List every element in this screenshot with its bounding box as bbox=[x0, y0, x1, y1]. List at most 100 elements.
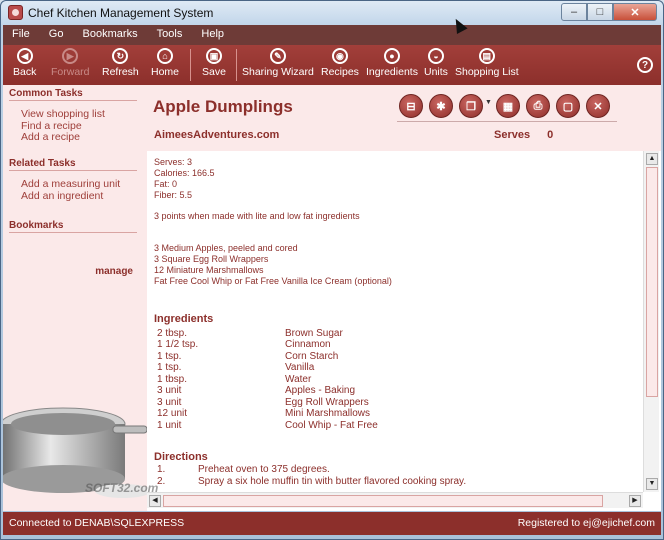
menu-bookmarks[interactable]: Bookmarks bbox=[74, 25, 145, 40]
direction-number: 2. bbox=[157, 476, 166, 487]
home-button[interactable]: ⌂ Home bbox=[151, 48, 179, 78]
direction-text: Preheat oven to 375 degrees. bbox=[198, 464, 330, 475]
ingredient-amount: 12 unit bbox=[157, 408, 188, 419]
save-icon: ▣ bbox=[205, 48, 222, 64]
close-button[interactable]: ✕ bbox=[613, 3, 657, 21]
shopping-list-label: Shopping List bbox=[455, 66, 519, 78]
menu-bar: File Go Bookmarks Tools Help bbox=[3, 25, 661, 45]
forward-button[interactable]: ▶ Forward bbox=[51, 48, 90, 78]
recipe-panel: Apple Dumplings ⊟ ✱ ❐ ▼ ▦ ⎙ ▢ ✕ AimeesAd… bbox=[147, 85, 661, 511]
scroll-left-icon[interactable]: ◀ bbox=[149, 495, 161, 507]
help-icon[interactable]: ? bbox=[637, 57, 653, 73]
status-bar: Connected to DENAB\SQLEXPRESS Registered… bbox=[3, 512, 661, 535]
window-title: Chef Kitchen Management System bbox=[28, 6, 214, 20]
nutrition-serves: Serves: 3 bbox=[154, 157, 193, 167]
print-icon[interactable]: ⎙ bbox=[526, 94, 550, 118]
back-button[interactable]: ◀ Back bbox=[13, 48, 36, 78]
save-button[interactable]: ▣ Save bbox=[202, 48, 226, 78]
refresh-button[interactable]: ↻ Refresh bbox=[102, 48, 139, 78]
ingredients-label: Ingredients bbox=[366, 66, 418, 78]
horizontal-scroll-thumb[interactable] bbox=[163, 495, 603, 507]
home-label: Home bbox=[151, 66, 180, 78]
add-ingredient-link[interactable]: Add an ingredient bbox=[21, 190, 103, 202]
toolbar-separator bbox=[190, 49, 191, 81]
ingredient-name: Water bbox=[285, 374, 312, 385]
recipes-button[interactable]: ◉ Recipes bbox=[321, 48, 359, 78]
recipe-title: Apple Dumplings bbox=[153, 97, 293, 116]
related-tasks-heading: Related Tasks bbox=[9, 158, 137, 171]
units-icon: ◒ bbox=[427, 48, 444, 64]
serves-value: 0 bbox=[547, 129, 554, 141]
toolbar: ◀ Back ▶ Forward ↻ Refresh ⌂ Home ▣ Save… bbox=[3, 45, 661, 85]
action-bar-divider bbox=[397, 121, 617, 122]
lock-icon[interactable]: ▢ bbox=[556, 94, 580, 118]
menu-help[interactable]: Help bbox=[192, 25, 231, 40]
recipe-source: AimeesAdventures.com bbox=[154, 129, 280, 141]
scroll-down-icon[interactable]: ▼ bbox=[646, 478, 658, 490]
ingredient-row: 1 1/2 tsp. Cinnamon bbox=[157, 339, 597, 351]
bookmarks-heading: Bookmarks bbox=[9, 220, 137, 233]
ingredient-amount: 1 tsp. bbox=[157, 362, 182, 373]
minimize-button[interactable]: – bbox=[561, 3, 587, 21]
recipe-content: Serves: 3 Calories: 166.5 Fat: 0 Fiber: … bbox=[147, 151, 643, 492]
notepad-icon[interactable]: ▦ bbox=[496, 94, 520, 118]
watermark: SOFT32.com bbox=[85, 481, 159, 495]
shopping-list-button[interactable]: ▤ Shopping List bbox=[455, 48, 519, 78]
ingredient-name: Corn Starch bbox=[285, 351, 339, 362]
nutrition-fat: Fat: 0 bbox=[154, 179, 178, 189]
scroll-right-icon[interactable]: ▶ bbox=[629, 495, 641, 507]
direction-number: 1. bbox=[157, 464, 166, 475]
sharing-wizard-button[interactable]: ✎ Sharing Wizard bbox=[242, 48, 314, 78]
back-label: Back bbox=[13, 66, 37, 78]
back-icon: ◀ bbox=[16, 48, 33, 64]
ingredient-row: 12 unit Mini Marshmallows bbox=[157, 408, 597, 420]
ingredients-icon: ● bbox=[383, 48, 400, 64]
ingredient-row: 3 unit Apples - Baking bbox=[157, 385, 597, 397]
direction-text: Spray a six hole muffin tin with butter … bbox=[198, 476, 467, 487]
sidebar: Common Tasks View shopping list Find a r… bbox=[3, 85, 147, 511]
recipe-header: Apple Dumplings ⊟ ✱ ❐ ▼ ▦ ⎙ ▢ ✕ AimeesAd… bbox=[147, 85, 661, 151]
vertical-scrollbar[interactable]: ▲ ▼ bbox=[643, 151, 659, 492]
raw-ingredient: 3 Square Egg Roll Wrappers bbox=[154, 254, 269, 264]
directions-heading: Directions bbox=[154, 451, 208, 463]
app-window: Chef Kitchen Management System – □ ✕ Fil… bbox=[0, 0, 664, 540]
recipe-note: 3 points when made with lite and low fat… bbox=[154, 211, 360, 221]
refresh-icon: ↻ bbox=[112, 48, 129, 64]
ingredient-amount: 3 unit bbox=[157, 385, 182, 396]
cart-icon[interactable]: ⊟ bbox=[399, 94, 423, 118]
forward-icon: ▶ bbox=[62, 48, 79, 64]
delete-icon[interactable]: ✕ bbox=[586, 94, 610, 118]
nutrition-fiber: Fiber: 5.5 bbox=[154, 190, 193, 200]
ingredient-name: Cinnamon bbox=[285, 339, 331, 350]
serves-label: Serves 0 bbox=[494, 129, 553, 141]
save-label: Save bbox=[202, 66, 226, 78]
recipes-icon: ◉ bbox=[331, 48, 348, 64]
scroll-up-icon[interactable]: ▲ bbox=[646, 153, 658, 165]
raw-ingredient: 3 Medium Apples, peeled and cored bbox=[154, 243, 298, 253]
horizontal-scrollbar[interactable]: ◀ ▶ bbox=[147, 492, 643, 508]
view-shopping-list-link[interactable]: View shopping list bbox=[21, 108, 105, 120]
manage-bookmarks-link[interactable]: manage bbox=[95, 266, 133, 277]
snowflake-icon[interactable]: ✱ bbox=[429, 94, 453, 118]
forward-label: Forward bbox=[51, 66, 90, 78]
add-recipe-link[interactable]: Add a recipe bbox=[21, 131, 80, 143]
chevron-down-icon[interactable]: ▼ bbox=[485, 99, 492, 106]
ingredient-name: Cool Whip - Fat Free bbox=[285, 420, 378, 431]
add-measuring-unit-link[interactable]: Add a measuring unit bbox=[21, 178, 120, 190]
menu-go[interactable]: Go bbox=[40, 25, 71, 40]
direction-step: 2. Spray a six hole muffin tin with butte… bbox=[157, 476, 466, 487]
units-button[interactable]: ◒ Units bbox=[424, 48, 448, 78]
units-label: Units bbox=[424, 66, 448, 78]
maximize-button[interactable]: □ bbox=[587, 3, 613, 21]
home-icon: ⌂ bbox=[157, 48, 173, 64]
ingredients-button[interactable]: ● Ingredients bbox=[366, 48, 418, 78]
menu-tools[interactable]: Tools bbox=[148, 25, 190, 40]
menu-file[interactable]: File bbox=[3, 25, 37, 40]
ingredient-amount: 1 tsp. bbox=[157, 351, 182, 362]
title-bar: Chef Kitchen Management System – □ ✕ bbox=[1, 1, 663, 25]
copy-icon[interactable]: ❐ bbox=[459, 94, 483, 118]
window-controls: – □ ✕ bbox=[561, 3, 657, 21]
ingredient-amount: 3 unit bbox=[157, 397, 182, 408]
vertical-scroll-thumb[interactable] bbox=[646, 167, 658, 397]
sharing-wizard-label: Sharing Wizard bbox=[242, 66, 314, 78]
